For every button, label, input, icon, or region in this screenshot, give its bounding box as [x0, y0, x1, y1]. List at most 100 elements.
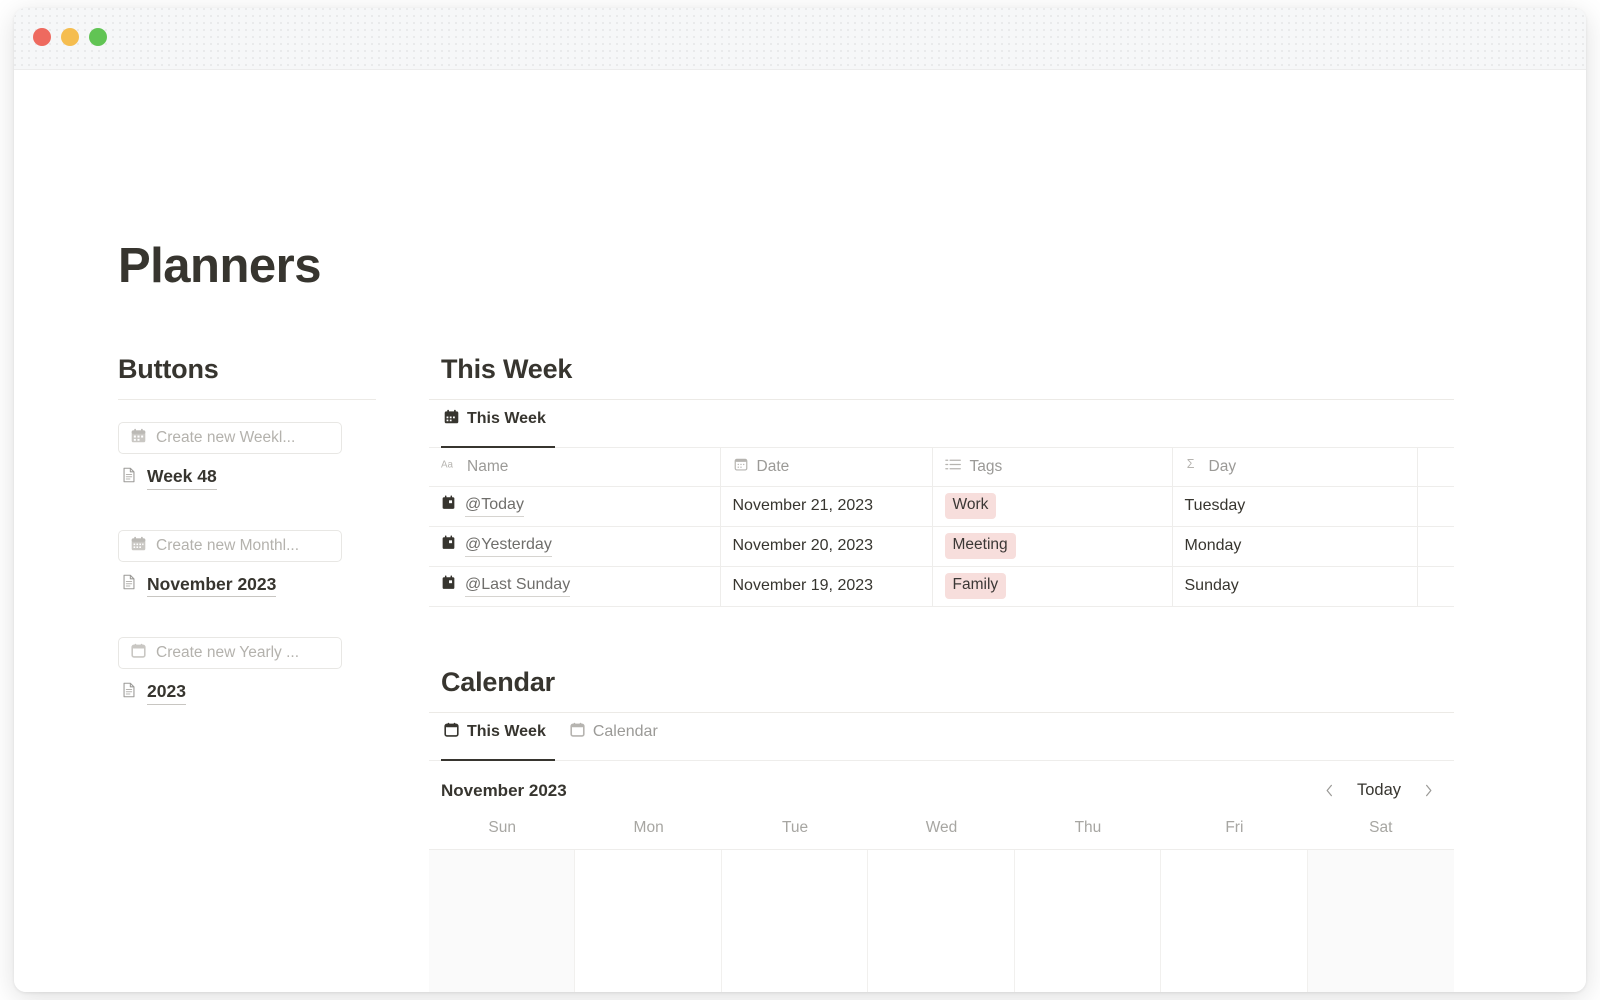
weekday-label: Thu	[1074, 818, 1102, 836]
column-header-label: Name	[467, 457, 509, 475]
page-link-label: Week 48	[147, 465, 217, 490]
create-new-yearly-button[interactable]: Create new Yearly ...	[118, 637, 342, 670]
cell-date[interactable]: November 20, 2023	[720, 526, 933, 567]
weekday-label: Wed	[925, 818, 958, 836]
maximize-window-button[interactable]	[89, 28, 107, 46]
tag-pill: Work	[944, 493, 997, 519]
calendar-icon	[443, 721, 460, 743]
weekday-label: Tue	[781, 818, 809, 836]
weekday-label: Fri	[1225, 818, 1244, 836]
row-name-link[interactable]: @Yesterday	[465, 535, 552, 557]
calendar-weekday-header: Sun Mon Tue Wed Thu Fri Sat	[429, 819, 1454, 849]
calendar-tabbar: This Week Calendar	[429, 713, 1454, 761]
calendar-day-cell[interactable]	[575, 849, 722, 992]
column-header-name[interactable]: Aa Name	[429, 448, 721, 487]
calendar-month-icon	[130, 535, 147, 557]
tab-label: Calendar	[592, 722, 658, 740]
cell-end	[1417, 526, 1454, 567]
buttons-heading: Buttons	[118, 354, 219, 384]
calendar-year-icon	[130, 642, 147, 664]
column-header-label: Tags	[969, 457, 1003, 475]
row-name-link[interactable]: @Last Sunday	[465, 575, 571, 597]
weekly-button-group: Create new Weekl... Week 48	[118, 422, 376, 490]
document-icon	[120, 681, 138, 704]
create-new-monthly-label: Create new Monthl...	[156, 536, 300, 554]
calendar-day-cell[interactable]	[1014, 849, 1162, 992]
buttons-column: Buttons Create new Weekl... Week 48 Crea…	[118, 354, 376, 745]
chevron-left-icon	[1327, 784, 1333, 797]
column-header-label: Date	[756, 457, 790, 475]
cell-date[interactable]: November 19, 2023	[720, 566, 933, 607]
page-link-2023[interactable]: 2023	[120, 680, 186, 705]
multiselect-list-icon	[944, 457, 962, 477]
calendar-icon	[569, 721, 586, 743]
calendar-day-cell[interactable]	[721, 849, 869, 992]
page-content: Planners Buttons Create new Weekl... Wee…	[14, 70, 1586, 992]
calendar-icon	[443, 408, 460, 430]
cell-tags[interactable]: Meeting	[932, 526, 1173, 567]
table-row[interactable]: @Yesterday November 20, 2023 Meeting Mon…	[429, 526, 1454, 567]
cell-name[interactable]: @Today	[429, 486, 721, 527]
date-mention-icon	[441, 535, 456, 556]
page-link-week-48[interactable]: Week 48	[120, 465, 217, 490]
create-new-monthly-button[interactable]: Create new Monthl...	[118, 529, 342, 562]
today-button[interactable]: Today	[1348, 779, 1410, 802]
calendar-day-cell[interactable]	[1307, 849, 1454, 992]
calendar-day-cell[interactable]	[1161, 849, 1308, 992]
cell-name[interactable]: @Last Sunday	[429, 566, 721, 607]
table-header-row: Aa Name Date Tags Σ Day	[429, 448, 1454, 487]
weekday-label: Mon	[633, 818, 664, 836]
page-link-label: November 2023	[147, 573, 277, 598]
this-week-tabbar: This Week	[429, 400, 1454, 448]
column-header-day[interactable]: Σ Day	[1172, 448, 1418, 487]
row-name-link[interactable]: @Today	[465, 495, 524, 517]
weekday-label: Sun	[488, 818, 516, 836]
cell-tags[interactable]: Family	[932, 566, 1173, 607]
previous-month-button[interactable]	[1316, 777, 1344, 805]
calendar-block: Calendar This Week Calendar November 202…	[429, 667, 1454, 992]
buttons-divider	[118, 399, 376, 400]
minimize-window-button[interactable]	[61, 28, 79, 46]
cell-day: Monday	[1172, 526, 1418, 567]
cell-date[interactable]: November 21, 2023	[720, 486, 933, 527]
document-icon	[120, 573, 138, 596]
close-window-button[interactable]	[33, 28, 51, 46]
chevron-right-icon	[1425, 784, 1431, 797]
tab-this-week[interactable]: This Week	[441, 401, 555, 448]
text-aa-icon: Aa	[441, 457, 459, 476]
calendar-day-cell[interactable]	[429, 849, 576, 992]
document-icon	[120, 466, 138, 489]
calendar-header: November 2023 Today	[429, 761, 1454, 819]
calendar-day-cell[interactable]	[868, 849, 1015, 992]
cell-end	[1417, 566, 1454, 607]
calendar-month-label: November 2023	[441, 780, 567, 800]
svg-text:Aa: Aa	[441, 460, 454, 471]
cell-tags[interactable]: Work	[932, 486, 1173, 527]
this-week-block: This Week This Week Aa Name Date Tags Σ …	[429, 354, 1454, 607]
create-new-weekly-label: Create new Weekl...	[156, 429, 296, 446]
cell-day: Sunday	[1172, 566, 1418, 607]
this-week-heading: This Week	[441, 354, 573, 384]
date-mention-icon	[441, 575, 456, 596]
calendar-small-icon	[733, 456, 749, 477]
cell-end	[1417, 486, 1454, 527]
weekday-label: Sat	[1369, 818, 1393, 836]
table-row[interactable]: @Today November 21, 2023 Work Tuesday	[429, 486, 1454, 527]
column-header-add[interactable]	[1417, 448, 1454, 487]
tab-calendar[interactable]: Calendar	[567, 714, 667, 761]
table-row[interactable]: @Last Sunday November 19, 2023 Family Su…	[429, 566, 1454, 607]
tag-pill: Meeting	[944, 533, 1016, 559]
date-mention-icon	[441, 495, 456, 516]
next-month-button[interactable]	[1414, 777, 1442, 805]
window-titlebar	[14, 8, 1586, 70]
cell-name[interactable]: @Yesterday	[429, 526, 721, 567]
column-header-date[interactable]: Date	[720, 448, 933, 487]
create-new-weekly-button[interactable]: Create new Weekl...	[118, 422, 342, 454]
calendar-week-icon	[130, 427, 147, 449]
tab-this-week[interactable]: This Week	[441, 714, 555, 761]
page-link-november-2023[interactable]: November 2023	[120, 573, 277, 598]
column-header-tags[interactable]: Tags	[932, 448, 1173, 487]
column-header-label: Day	[1208, 457, 1237, 475]
page-title: Planners	[118, 239, 321, 293]
table-body: @Today November 21, 2023 Work Tuesday @Y…	[429, 486, 1454, 607]
